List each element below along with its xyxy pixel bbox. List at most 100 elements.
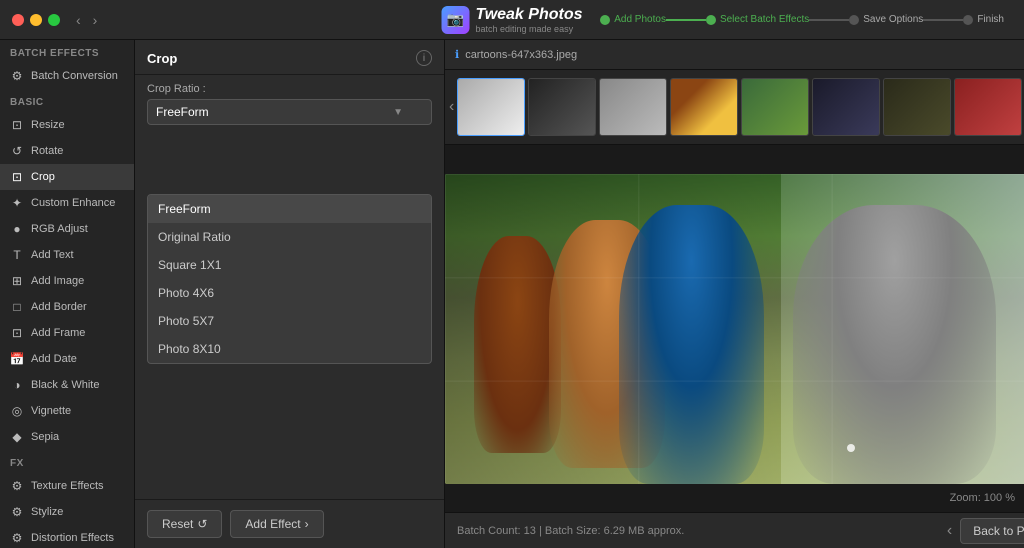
crop-panel-header: Crop i [135, 40, 444, 75]
sidebar-label-stylize: Stylize [31, 506, 63, 518]
option-photo-5x7[interactable]: Photo 5X7 [148, 307, 431, 335]
main-image [445, 174, 1024, 484]
filmstrip-prev-button[interactable]: ‹ [449, 98, 454, 116]
thumbnail-8[interactable] [954, 78, 1022, 136]
reset-button[interactable]: Reset ↺ [147, 510, 222, 538]
crop-ratio-dropdown-wrapper: FreeForm ▼ FreeForm Original Ratio Squar… [135, 99, 444, 133]
traffic-lights [12, 14, 60, 26]
thumbnail-6[interactable] [812, 78, 880, 136]
nav-forward-button[interactable]: › [89, 10, 102, 30]
step-finish[interactable]: Finish [963, 14, 1004, 25]
option-freeform[interactable]: FreeForm [148, 195, 431, 223]
zoom-label: Zoom: 100 % [950, 492, 1015, 504]
sidebar-item-rgb-adjust[interactable]: ● RGB Adjust [0, 216, 134, 242]
thumbnail-1[interactable] [457, 78, 525, 136]
custom-enhance-icon: ✦ [10, 196, 24, 210]
workflow-steps: Add Photos Select Batch Effects Save Opt… [600, 14, 1004, 25]
add-frame-icon: ⊡ [10, 326, 24, 340]
sidebar-item-add-text[interactable]: T Add Text [0, 242, 134, 268]
nav-arrows: ‹ › [72, 10, 101, 30]
reset-icon: ↺ [197, 517, 207, 531]
crop-ratio-selected: FreeForm [156, 105, 209, 119]
sidebar-item-distortion-effects[interactable]: ⚙ Distortion Effects [0, 525, 134, 548]
option-photo-8x10[interactable]: Photo 8X10 [148, 335, 431, 363]
step-dot-select-effects [706, 15, 716, 25]
sidebar-label-sepia: Sepia [31, 431, 59, 443]
back-to-photos-label: Back to Photos [973, 524, 1024, 538]
crop-ratio-label: Crop Ratio : [135, 75, 444, 99]
sidebar-item-black-white[interactable]: ◑ Black & White [0, 372, 134, 398]
step-line-1 [666, 19, 706, 21]
step-dot-add-photos [600, 15, 610, 25]
thumbnail-4[interactable] [670, 78, 738, 136]
sidebar-label-resize: Resize [31, 119, 65, 131]
sidebar-label-add-text: Add Text [31, 249, 74, 261]
sidebar-item-rotate[interactable]: ↺ Rotate [0, 138, 134, 164]
thumbnail-5[interactable] [741, 78, 809, 136]
sidebar-label-add-image: Add Image [31, 275, 84, 287]
black-white-icon: ◑ [10, 378, 24, 392]
app-icon: 📷 [442, 6, 470, 34]
option-photo-4x6[interactable]: Photo 4X6 [148, 279, 431, 307]
crop-panel: Crop i Crop Ratio : FreeForm ▼ FreeForm … [135, 40, 445, 548]
step-label-finish: Finish [977, 14, 1004, 25]
canvas-batch-container: Zoom: 100 % BATCH STEPS ≡ ⊞ Remove All 🗑 [445, 145, 1024, 512]
sidebar-label-distortion-effects: Distortion Effects [31, 532, 114, 544]
step-add-photos[interactable]: Add Photos [600, 14, 666, 25]
app-name: Tweak Photos [476, 6, 583, 23]
sidebar-item-texture-effects[interactable]: ⚙ Texture Effects [0, 473, 134, 499]
add-effect-label: Add Effect [245, 517, 300, 531]
add-border-icon: □ [10, 300, 24, 314]
filmstrip: ‹ [445, 70, 1024, 145]
step-dot-finish [963, 15, 973, 25]
step-dot-save-options [849, 15, 859, 25]
file-info: ℹ cartoons-647x363.jpeg [455, 48, 577, 61]
batch-size: Batch Size: 6.29 MB approx. [545, 525, 684, 537]
back-to-photos-button[interactable]: Back to Photos [960, 518, 1024, 544]
step-label-add-photos: Add Photos [614, 14, 666, 25]
thumbnail-3[interactable] [599, 78, 667, 136]
sidebar-item-custom-enhance[interactable]: ✦ Custom Enhance [0, 190, 134, 216]
info-icon[interactable]: i [416, 50, 432, 66]
thumbnail-7[interactable] [883, 78, 951, 136]
step-line-2 [809, 19, 849, 21]
sidebar-label-add-frame: Add Frame [31, 327, 85, 339]
top-info-bar: ℹ cartoons-647x363.jpeg ✓ Auto Correct O… [445, 40, 1024, 70]
close-button[interactable] [12, 14, 24, 26]
sidebar-item-crop[interactable]: ⊡ Crop [0, 164, 134, 190]
sidebar-item-add-frame[interactable]: ⊡ Add Frame [0, 320, 134, 346]
add-effect-button[interactable]: Add Effect › [230, 510, 323, 538]
main-layout: BATCH EFFECTS ⚙ Batch Conversion BASIC ⊡… [0, 40, 1024, 548]
rgb-adjust-icon: ● [10, 222, 24, 236]
sidebar-label-add-border: Add Border [31, 301, 87, 313]
sidebar-item-vignette[interactable]: ◎ Vignette [0, 398, 134, 424]
option-original-ratio[interactable]: Original Ratio [148, 223, 431, 251]
crop-ratio-dropdown[interactable]: FreeForm ▼ [147, 99, 432, 125]
crop-icon: ⊡ [10, 170, 24, 184]
sidebar-item-sepia[interactable]: ◆ Sepia [0, 424, 134, 450]
sidebar-item-add-date[interactable]: 📅 Add Date [0, 346, 134, 372]
step-label-save-options: Save Options [863, 14, 923, 25]
sidebar-label-rgb-adjust: RGB Adjust [31, 223, 88, 235]
sidebar-label-vignette: Vignette [31, 405, 71, 417]
bottom-right-buttons: ‹ Back to Photos Save Options › [947, 517, 1024, 545]
sidebar-item-batch-conversion[interactable]: ⚙ Batch Conversion [0, 63, 134, 89]
info-circle-icon: ℹ [455, 48, 459, 61]
crop-panel-title: Crop [147, 51, 177, 66]
step-select-effects[interactable]: Select Batch Effects [706, 14, 809, 25]
option-square-1x1[interactable]: Square 1X1 [148, 251, 431, 279]
bottom-prev-button[interactable]: ‹ [947, 522, 952, 540]
step-label-select-effects: Select Batch Effects [720, 14, 809, 25]
minimize-button[interactable] [30, 14, 42, 26]
sidebar-item-add-border[interactable]: □ Add Border [0, 294, 134, 320]
sidebar-label-crop: Crop [31, 171, 55, 183]
nav-back-button[interactable]: ‹ [72, 10, 85, 30]
sidebar-item-stylize[interactable]: ⚙ Stylize [0, 499, 134, 525]
app-name-container: Tweak Photos batch editing made easy [476, 6, 583, 34]
sidebar-item-add-image[interactable]: ⊞ Add Image [0, 268, 134, 294]
step-save-options[interactable]: Save Options [849, 14, 923, 25]
maximize-button[interactable] [48, 14, 60, 26]
sidebar-item-resize[interactable]: ⊡ Resize [0, 112, 134, 138]
thumbnail-2[interactable] [528, 78, 596, 136]
crop-ratio-options-list: FreeForm Original Ratio Square 1X1 Photo… [147, 194, 432, 364]
